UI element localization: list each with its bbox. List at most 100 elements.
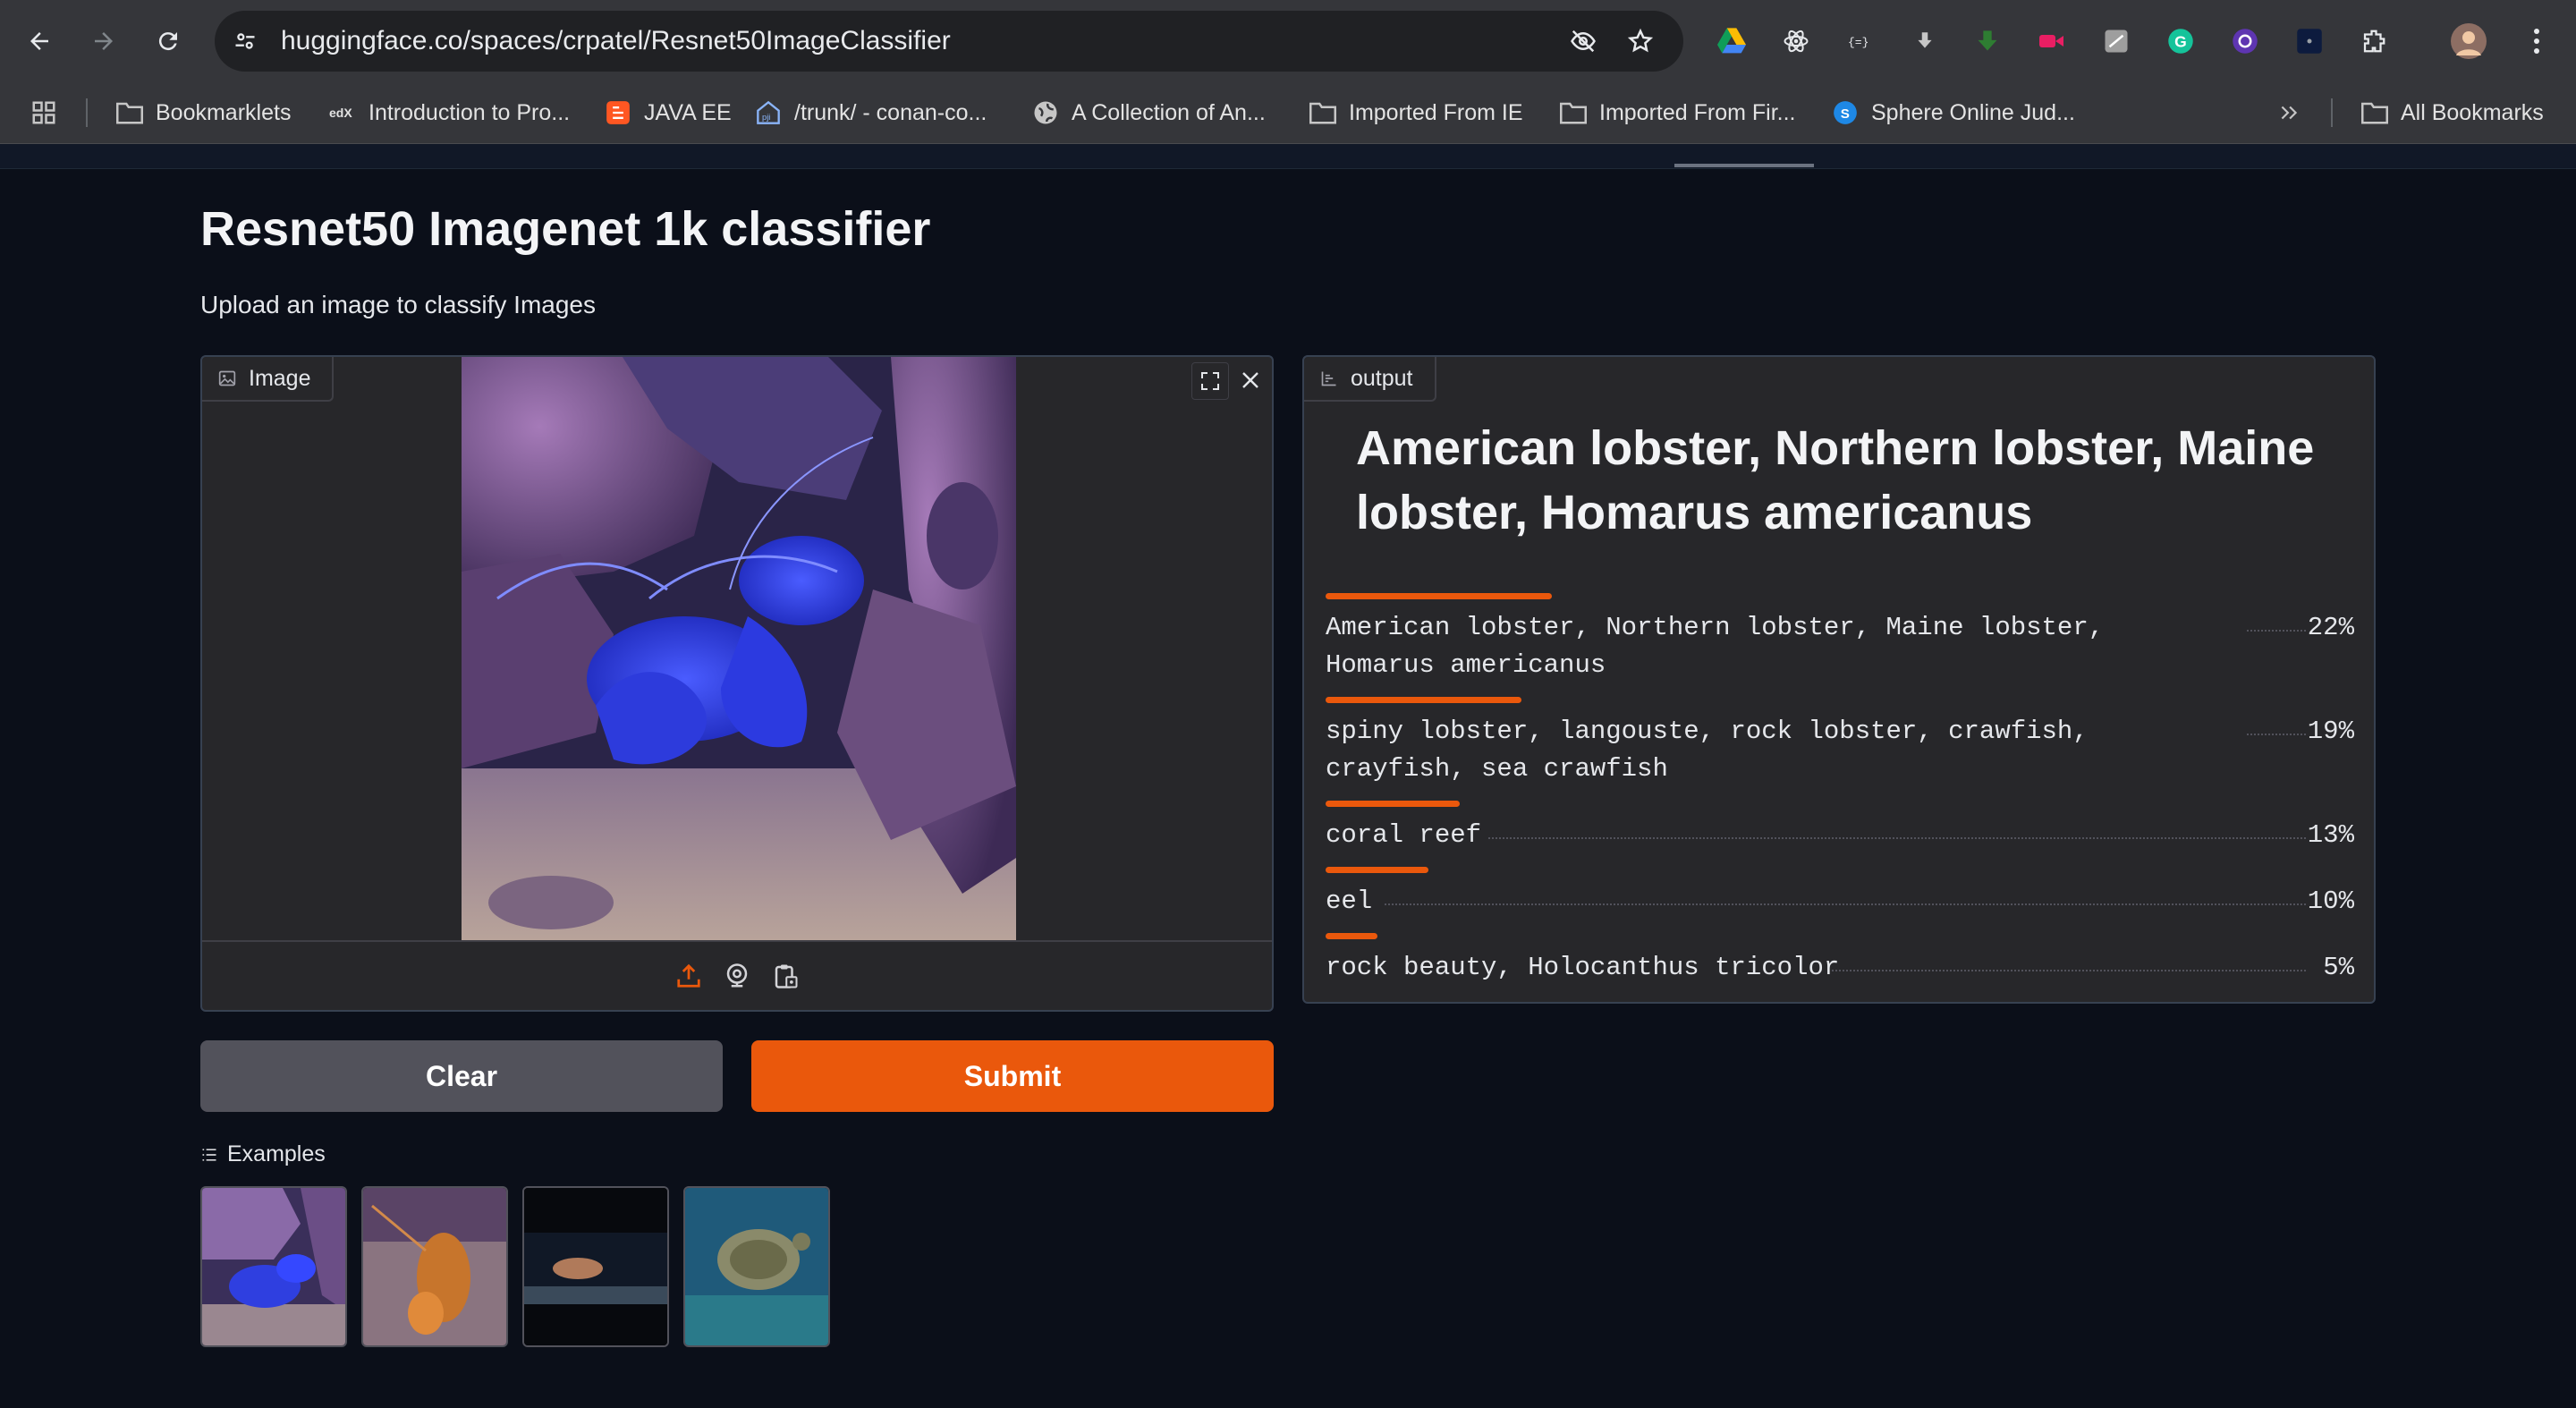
page-description: Upload an image to classify Images xyxy=(200,291,596,318)
forward-arrow-icon xyxy=(95,32,113,50)
output-panel: output American lobster, Northern lobste… xyxy=(1302,355,2376,1004)
bookmark-item[interactable]: JAVA EE xyxy=(605,82,732,143)
pji-icon: pji xyxy=(755,99,782,126)
bookmark-label: A Collection of An... xyxy=(1072,99,1266,125)
predicted-label: American lobster, Northern lobster, Main… xyxy=(1356,421,2315,539)
url-text[interactable]: huggingface.co/spaces/crpatel/Resnet50Im… xyxy=(281,11,951,72)
folder-icon xyxy=(116,99,143,126)
apps-grid-icon[interactable] xyxy=(30,82,57,143)
bookmark-label: Sphere Online Jud... xyxy=(1871,99,2075,125)
upload-icon[interactable] xyxy=(671,958,707,994)
back-button[interactable] xyxy=(21,23,57,59)
fullscreen-icon[interactable] xyxy=(1191,362,1229,400)
bookmark-item[interactable]: Bookmarklets xyxy=(116,82,291,143)
clear-button[interactable]: Clear xyxy=(200,1040,723,1112)
dark-extension-icon[interactable] xyxy=(2290,21,2329,61)
bookmark-item[interactable]: pji /trunk/ - conan-co... xyxy=(755,82,987,143)
confidence-dots xyxy=(1488,837,2306,839)
bookmarks-bar: Bookmarklets edX Introduction to Pro... … xyxy=(0,82,2576,144)
google-drive-icon[interactable] xyxy=(1712,21,1751,61)
confidence-percent: 5% xyxy=(2323,953,2354,982)
bar-chart-icon xyxy=(1321,371,1336,386)
video-extension-icon[interactable] xyxy=(2032,21,2072,61)
examples-label: Examples xyxy=(227,1141,326,1166)
hf-header-strip xyxy=(0,144,2576,169)
submit-button[interactable]: Submit xyxy=(751,1040,1274,1112)
svg-text:{=}: {=} xyxy=(1848,36,1868,49)
notes-extension-icon[interactable] xyxy=(2097,21,2136,61)
forward-button[interactable] xyxy=(86,23,122,59)
example-thumbnail-turtle[interactable] xyxy=(683,1186,830,1347)
globe-icon xyxy=(1032,99,1059,126)
bookmark-label: Imported From Fir... xyxy=(1599,99,1796,125)
back-arrow-icon xyxy=(30,32,48,50)
svg-text:pji: pji xyxy=(762,113,770,122)
confidence-label: American lobster, Northern lobster, Main… xyxy=(1326,613,2105,680)
edx-icon: edX xyxy=(329,99,356,126)
image-input-label: Image xyxy=(249,365,311,391)
example-thumbnail-orange-lobster[interactable] xyxy=(361,1186,508,1347)
more-bookmarks-chevron-icon[interactable] xyxy=(2277,82,2301,143)
react-devtools-icon[interactable] xyxy=(1776,21,1816,61)
extensions-puzzle-icon[interactable] xyxy=(2354,21,2394,61)
purple-extension-icon[interactable] xyxy=(2225,21,2265,61)
confidence-label: rock beauty, Holocanthus tricolor xyxy=(1326,953,1840,982)
bookmark-item[interactable]: S Sphere Online Jud... xyxy=(1832,82,2075,143)
examples-header: Examples xyxy=(200,1141,326,1167)
output-tag: output xyxy=(1304,357,1436,402)
grammarly-icon[interactable]: G xyxy=(2161,21,2200,61)
menu-kebab-icon[interactable] xyxy=(2517,21,2556,61)
eye-off-icon[interactable] xyxy=(1565,23,1601,59)
image-input-panel[interactable]: Image xyxy=(200,355,1274,1012)
confidence-bar xyxy=(1326,697,1521,703)
bookmark-item[interactable]: A Collection of An... xyxy=(1032,82,1266,143)
folder-icon xyxy=(1309,99,1336,126)
address-bar[interactable]: huggingface.co/spaces/crpatel/Resnet50Im… xyxy=(215,11,1683,72)
bookmark-item[interactable]: Imported From IE xyxy=(1309,82,1523,143)
confidence-dots xyxy=(2247,734,2306,735)
bookmarks-divider xyxy=(86,98,88,127)
bookmark-label: Bookmarklets xyxy=(156,99,292,125)
page-title: Resnet50 Imagenet 1k classifier xyxy=(200,202,931,256)
example-thumbnail-blue-lobster[interactable] xyxy=(200,1186,347,1347)
bookmark-label: /trunk/ - conan-co... xyxy=(794,99,987,125)
confidence-label: eel xyxy=(1326,886,1373,916)
profile-avatar[interactable] xyxy=(2449,21,2488,61)
webcam-icon[interactable] xyxy=(719,958,755,994)
image-icon xyxy=(218,370,236,386)
confidence-bar xyxy=(1326,933,1377,939)
blogger-icon xyxy=(605,99,631,126)
green-download-icon[interactable] xyxy=(1968,21,2007,61)
folder-icon xyxy=(2361,99,2388,126)
bookmark-item[interactable]: edX Introduction to Pro... xyxy=(329,82,570,143)
output-label: output xyxy=(1351,365,1413,391)
svg-text:edX: edX xyxy=(329,106,352,120)
download-icon[interactable] xyxy=(1905,21,1945,61)
confidence-percent: 19% xyxy=(2307,717,2354,746)
confidence-percent: 22% xyxy=(2307,613,2354,642)
confidence-dots xyxy=(1385,903,2306,905)
image-source-toolbar xyxy=(202,940,1272,1012)
confidence-percent: 10% xyxy=(2307,886,2354,916)
svg-text:S: S xyxy=(1841,106,1850,122)
all-bookmarks-label: All Bookmarks xyxy=(2401,99,2544,125)
confidence-percent: 13% xyxy=(2307,820,2354,850)
bookmark-label: Imported From IE xyxy=(1349,99,1523,125)
confidence-label: spiny lobster, langouste, rock lobster, … xyxy=(1326,717,2089,784)
svg-text:G: G xyxy=(2174,32,2187,50)
bookmark-star-icon[interactable] xyxy=(1623,23,1658,59)
bookmark-label: JAVA EE xyxy=(644,99,732,125)
confidence-dots xyxy=(1832,970,2306,971)
image-input-tag: Image xyxy=(202,357,335,402)
confidence-label: coral reef xyxy=(1326,820,1482,850)
all-bookmarks-button[interactable]: All Bookmarks xyxy=(2361,82,2544,143)
confidence-bar xyxy=(1326,867,1428,873)
bookmark-item[interactable]: Imported From Fir... xyxy=(1560,82,1795,143)
site-info-icon[interactable] xyxy=(227,23,263,59)
example-thumbnail-dark-fish[interactable] xyxy=(522,1186,669,1347)
reload-button[interactable] xyxy=(150,23,186,59)
clipboard-paste-icon[interactable] xyxy=(767,958,803,994)
close-icon[interactable] xyxy=(1233,362,1268,398)
page-content: Resnet50 Imagenet 1k classifier Upload a… xyxy=(0,144,2576,1408)
json-viewer-icon[interactable]: {=} xyxy=(1841,21,1880,61)
